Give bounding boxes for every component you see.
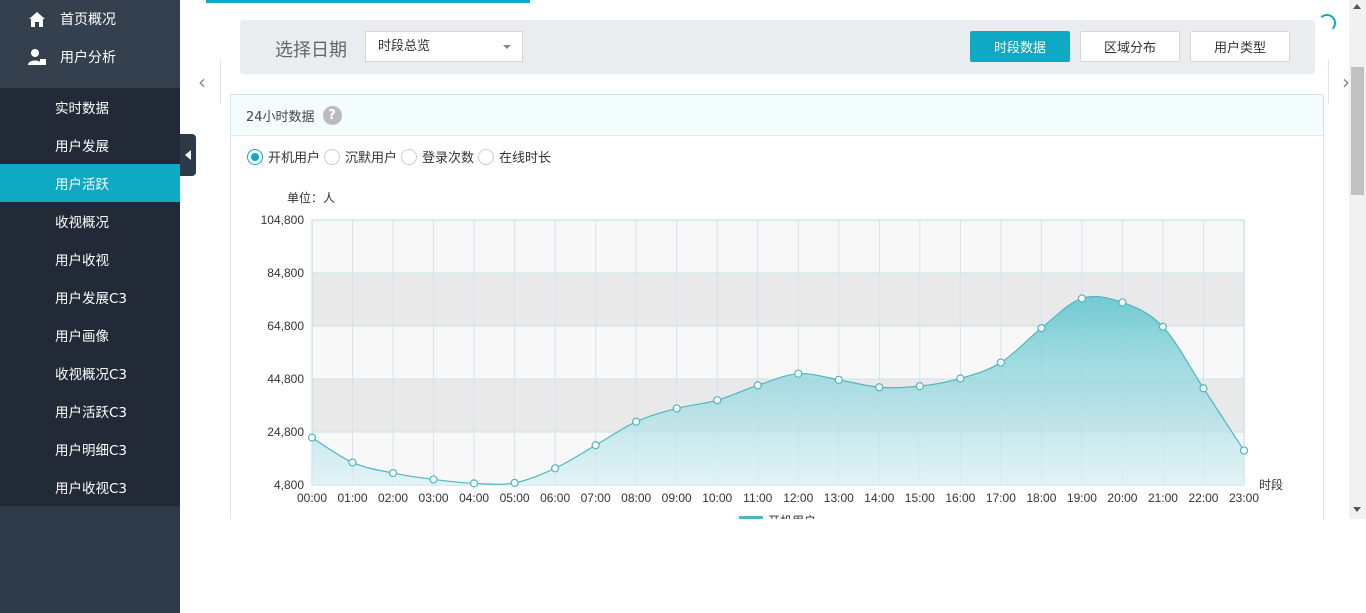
x-tick-label: 03:00	[419, 491, 449, 505]
sidebar-item-label: 首页概况	[60, 12, 116, 28]
plot-band	[312, 220, 1244, 273]
x-tick-label: 06:00	[540, 491, 570, 505]
y-tick-label: 84,800	[267, 266, 304, 280]
x-tick-label: 14:00	[864, 491, 894, 505]
x-tick-label: 17:00	[986, 491, 1016, 505]
x-tick-label: 19:00	[1067, 491, 1097, 505]
x-axis-label: 时段	[1259, 477, 1283, 492]
chevron-down-icon	[503, 45, 511, 49]
data-point	[510, 478, 519, 487]
sidebar-subitem[interactable]: 收视概况	[0, 202, 180, 240]
sidebar-subitem[interactable]: 收视概况C3	[0, 354, 180, 392]
data-point	[875, 383, 884, 392]
user-icon	[26, 47, 48, 67]
x-tick-label: 04:00	[459, 491, 489, 505]
data-point	[307, 433, 317, 442]
sidebar-subitem[interactable]: 用户活跃	[0, 164, 180, 202]
x-tick-label: 01:00	[338, 491, 368, 505]
data-point	[1037, 324, 1046, 333]
x-tick-label: 20:00	[1107, 491, 1137, 505]
scroll-down-icon[interactable]	[1353, 507, 1361, 512]
data-point	[348, 458, 357, 467]
period-select[interactable]: 时段总览	[365, 31, 523, 62]
period-select-value: 时段总览	[378, 39, 431, 54]
sidebar-subitem[interactable]: 用户收视	[0, 240, 180, 278]
sidebar-top-nav: 首页概况 用户分析	[0, 0, 180, 88]
data-point	[713, 396, 722, 405]
tab-region-distribution[interactable]: 区域分布	[1080, 31, 1180, 62]
sidebar-subitem[interactable]: 用户收视C3	[0, 468, 180, 506]
chart-panel: 24小时数据 ? 开机用户 沉默用户 登录次数 在线时长 4,800 24,800…	[230, 94, 1324, 520]
x-tick-label: 15:00	[905, 491, 935, 505]
x-tick-label: 21:00	[1148, 491, 1178, 505]
sidebar-sub-nav: 实时数据 用户发展 用户活跃 收视概况 用户收视 用户发展C3 用户画像 收视概况C3 用户活跃…	[0, 88, 180, 506]
x-tick-label: 18:00	[1026, 491, 1056, 505]
x-tick-label: 12:00	[783, 491, 813, 505]
sidebar-subitem[interactable]: 用户发展	[0, 126, 180, 164]
page-bottom-blank	[180, 519, 1366, 613]
y-tick-label: 104,800	[261, 213, 305, 227]
top-accent-bar	[206, 0, 530, 3]
x-tick-label: 16:00	[945, 491, 975, 505]
data-point	[956, 374, 965, 383]
x-tick-label: 11:00	[743, 491, 772, 505]
unit-label: 单位：人	[287, 190, 335, 205]
sidebar-collapse-toggle[interactable]	[180, 134, 196, 176]
y-tick-label: 64,800	[267, 319, 304, 333]
area-chart: 4,800 24,800 44,800 64,800 84,800 104,800 00:0…	[261, 190, 1283, 520]
x-tick-label: 00:00	[297, 491, 327, 505]
sidebar: 首页概况 用户分析 实时数据 用户发展 用户活跃 收视概况 用户收视 用户发展C3 用户画像…	[0, 0, 180, 613]
x-tick-label: 08:00	[621, 491, 651, 505]
y-tick-label: 24,800	[267, 425, 304, 439]
sidebar-item-home[interactable]: 首页概况	[0, 0, 180, 38]
scrollbar-thumb[interactable]	[1351, 67, 1364, 195]
home-icon	[26, 9, 48, 29]
tab-period-data[interactable]: 时段数据	[970, 31, 1070, 62]
vertical-scrollbar[interactable]	[1349, 0, 1366, 519]
data-point	[672, 404, 681, 413]
x-tick-label: 05:00	[500, 491, 530, 505]
data-point	[794, 369, 803, 378]
sidebar-subitem[interactable]: 实时数据	[0, 88, 180, 126]
data-point	[429, 475, 438, 484]
data-point	[469, 479, 479, 488]
x-tick-label: 23:00	[1229, 491, 1259, 505]
data-point	[834, 375, 843, 384]
x-tick-label: 07:00	[581, 491, 611, 505]
sidebar-item-user-analysis[interactable]: 用户分析	[0, 38, 180, 76]
data-point	[632, 417, 641, 426]
tab-user-type[interactable]: 用户类型	[1190, 31, 1290, 62]
data-point	[1199, 384, 1208, 393]
sidebar-subitem[interactable]: 用户发展C3	[0, 278, 180, 316]
data-point	[591, 441, 600, 450]
sidebar-subitem[interactable]: 用户画像	[0, 316, 180, 354]
sidebar-subitem[interactable]: 用户明细C3	[0, 430, 180, 468]
y-tick-label: 44,800	[267, 372, 304, 386]
date-filter-label: 选择日期	[275, 40, 347, 61]
data-point	[996, 358, 1005, 367]
x-tick-label: 22:00	[1188, 491, 1218, 505]
data-point	[1077, 294, 1087, 303]
sidebar-subitem[interactable]: 用户活跃C3	[0, 392, 180, 430]
x-tick-label: 02:00	[378, 491, 408, 505]
data-point	[753, 381, 762, 390]
sidebar-item-label: 用户分析	[60, 50, 116, 66]
data-point	[1158, 322, 1168, 331]
data-point	[1118, 298, 1127, 307]
x-tick-label: 13:00	[824, 491, 854, 505]
data-point	[551, 464, 560, 473]
data-point	[1239, 446, 1249, 455]
y-tick-label: 4,800	[274, 478, 304, 492]
x-tick-label: 10:00	[702, 491, 732, 505]
data-point	[915, 382, 924, 391]
prev-arrow-button[interactable]: ‹	[184, 60, 221, 104]
data-point	[388, 468, 398, 478]
x-tick-label: 09:00	[662, 491, 692, 505]
scroll-up-icon[interactable]	[1353, 4, 1361, 9]
loading-spinner-icon	[1318, 14, 1336, 32]
filter-bar: 选择日期 时段总览 时段数据 区域分布 用户类型	[240, 20, 1315, 74]
